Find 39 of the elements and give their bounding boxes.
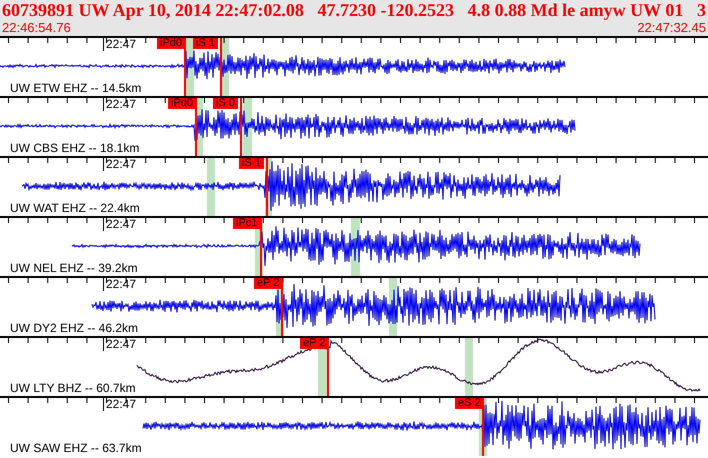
- phase-pick-label[interactable]: iPd0: [168, 98, 196, 109]
- phase-pick-label[interactable]: eP 2: [254, 278, 282, 289]
- phase-pick-label[interactable]: iS 0: [213, 98, 238, 109]
- pick-line: [281, 278, 283, 336]
- end-time: 22:47:32.45: [637, 21, 706, 35]
- time-label: 22:47: [103, 278, 136, 291]
- time-label: 22:47: [103, 158, 136, 171]
- station-label: UW CBS EHZ -- 18.1km: [10, 142, 140, 155]
- event-info-text: 47.7230 -120.2523: [318, 0, 454, 21]
- station-label: UW ETW EHZ -- 14.5km: [10, 82, 142, 95]
- event-info-text: 3: [696, 0, 706, 21]
- phase-pick-label[interactable]: eS 2: [455, 398, 484, 409]
- phase-pick-label[interactable]: iS 1: [193, 38, 218, 49]
- event-info-text: 60739891 UW Apr 10, 2014 22:47:02.08: [2, 0, 304, 21]
- phase-window-band: [465, 338, 473, 396]
- time-label: 22:47: [103, 98, 136, 111]
- station-label: UW WAT EHZ -- 22.4km: [10, 202, 140, 215]
- phase-window-band: [207, 158, 215, 216]
- time-label: 22:47: [103, 338, 136, 351]
- phase-pick-label[interactable]: iPc1: [233, 218, 260, 229]
- station-label: UW NEL EHZ -- 39.2km: [10, 262, 138, 275]
- phase-pick-label[interactable]: eP 2: [300, 338, 328, 349]
- pick-line: [260, 218, 262, 276]
- phase-pick-label[interactable]: iPd0: [157, 38, 186, 49]
- time-label: 22:47: [103, 218, 136, 231]
- start-time: 22:46:54.76: [2, 21, 71, 35]
- phase-pick-label[interactable]: iS 1: [239, 158, 264, 169]
- pick-line: [195, 98, 197, 156]
- event-info-text: 4.8 0.88 Md le amyw UW 01: [468, 0, 684, 21]
- time-label: 22:47: [103, 398, 136, 411]
- station-label: UW DY2 EHZ -- 46.2km: [10, 322, 138, 335]
- pick-line: [220, 38, 222, 96]
- pick-line: [240, 98, 242, 156]
- station-label: UW LTY BHZ -- 60.7km: [10, 382, 136, 395]
- station-label: UW SAW EHZ -- 63.7km: [10, 442, 142, 455]
- pick-line: [184, 38, 186, 96]
- pick-line: [327, 338, 329, 396]
- time-label: 22:47: [103, 38, 136, 51]
- pick-line: [266, 158, 268, 216]
